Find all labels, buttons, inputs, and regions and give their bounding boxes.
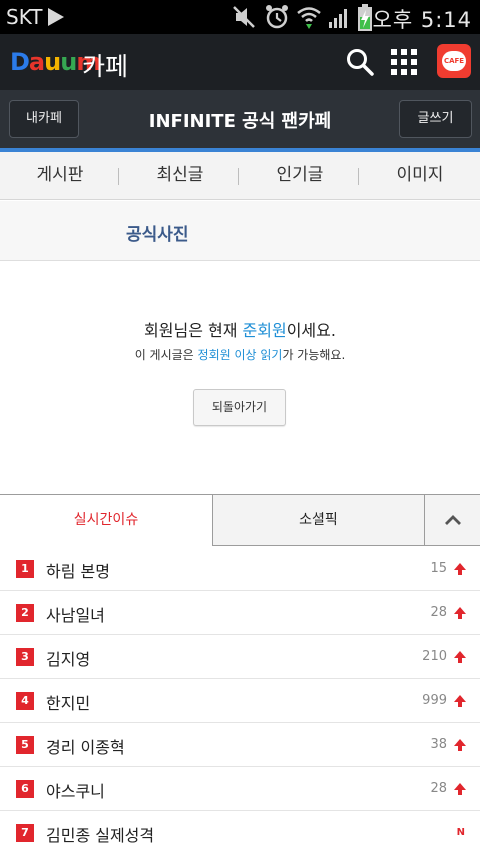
rank-badge: 6 [16, 780, 34, 798]
tab-images[interactable]: 이미지 [360, 152, 480, 200]
issue-keyword[interactable]: 사남일녀 [46, 602, 105, 626]
write-button[interactable]: 글쓰기 [399, 100, 472, 138]
board-title[interactable]: 공식사진 [126, 220, 189, 245]
clock: 오후 5:14 [372, 8, 472, 32]
new-badge: N [456, 827, 465, 838]
menu-divider [118, 168, 119, 185]
menu-divider [358, 168, 359, 185]
notice-detail-text: 이 게시글은 [134, 348, 198, 362]
issue-tabs: 실시간이슈 소셜픽 [0, 494, 480, 546]
issue-keyword[interactable]: 김민종 실제성격 [46, 822, 154, 846]
permission-notice: 회원님은 현재 준회원이세요. 이 게시글은 정회원 이상 읽기가 가능해요. … [0, 262, 480, 494]
issue-count: 210 [422, 649, 447, 664]
issue-count: 28 [430, 605, 447, 620]
tab-board[interactable]: 게시판 [0, 152, 120, 200]
list-item[interactable]: 1 하림 본명 15 [0, 547, 480, 591]
issue-count: 15 [430, 561, 447, 576]
trend-up-icon [454, 563, 466, 575]
cafe-title[interactable]: INFINITE 공식 팬카페 [90, 107, 390, 133]
issue-count: 28 [430, 781, 447, 796]
trend-up-icon [454, 783, 466, 795]
issue-count: 999 [422, 693, 447, 708]
cafe-title-bar: 내카페 INFINITE 공식 팬카페 글쓰기 [0, 90, 480, 148]
notice-text: 이세요. [286, 321, 336, 340]
issue-list: 1 하림 본명 15 2 사남일녀 28 3 김지영 210 4 한지민 999… [0, 547, 480, 853]
collapse-button[interactable] [424, 495, 480, 546]
rank-badge: 1 [16, 560, 34, 578]
tab-social-pick[interactable]: 소셜픽 [212, 495, 424, 546]
go-back-button[interactable]: 되돌아가기 [193, 389, 286, 426]
required-level: 정회원 이상 읽기 [197, 348, 283, 362]
app-header: Dauum 카페 CAFE [0, 34, 480, 90]
list-item[interactable]: 3 김지영 210 [0, 635, 480, 679]
carrier-label: SKT [6, 5, 43, 29]
rank-badge: 4 [16, 692, 34, 710]
chevron-up-icon [444, 515, 461, 525]
trend-up-icon [454, 607, 466, 619]
member-level: 준회원 [242, 321, 287, 340]
signal-icon [329, 9, 347, 28]
my-cafe-button[interactable]: 내카페 [9, 100, 79, 138]
trend-up-icon [454, 651, 466, 663]
cafe-icon-label: CAFE [442, 51, 466, 71]
battery-charging-icon [358, 4, 372, 31]
trend-up-icon [454, 695, 466, 707]
play-icon [48, 8, 64, 26]
issue-keyword[interactable]: 야스쿠니 [46, 778, 105, 802]
app-name: 카페 [82, 52, 129, 81]
issue-keyword[interactable]: 하림 본명 [46, 558, 110, 582]
rank-badge: 3 [16, 648, 34, 666]
cafe-menu-tabs: 게시판 최신글 인기글 이미지 [0, 152, 480, 200]
wifi-icon [297, 7, 321, 29]
rank-badge: 5 [16, 736, 34, 754]
issue-keyword[interactable]: 경리 이종혁 [46, 734, 125, 758]
status-bar: SKT 오후 5:14 [0, 0, 480, 34]
list-item[interactable]: 7 김민종 실제성격 N [0, 811, 480, 853]
list-item[interactable]: 6 야스쿠니 28 [0, 767, 480, 811]
tab-popular[interactable]: 인기글 [240, 152, 360, 200]
rank-badge: 2 [16, 604, 34, 622]
issue-count: 38 [430, 737, 447, 752]
notice-text: 회원님은 현재 [144, 321, 243, 340]
apps-grid-icon[interactable] [391, 49, 417, 75]
tab-realtime-issues[interactable]: 실시간이슈 [0, 495, 212, 546]
notice-message: 회원님은 현재 준회원이세요. [0, 317, 480, 341]
tab-latest[interactable]: 최신글 [120, 152, 240, 200]
notice-detail-text: 가 가능해요. [282, 348, 346, 362]
rank-badge: 7 [16, 824, 34, 842]
list-item[interactable]: 2 사남일녀 28 [0, 591, 480, 635]
mute-icon [233, 6, 255, 28]
issue-keyword[interactable]: 한지민 [46, 690, 90, 714]
trend-up-icon [454, 739, 466, 751]
list-item[interactable]: 5 경리 이종혁 38 [0, 723, 480, 767]
menu-divider [238, 168, 239, 185]
issue-keyword[interactable]: 김지영 [46, 646, 90, 670]
notice-detail: 이 게시글은 정회원 이상 읽기가 가능해요. [0, 346, 480, 363]
alarm-icon [266, 5, 288, 29]
cafe-app-icon[interactable]: CAFE [437, 44, 471, 78]
search-icon[interactable] [346, 48, 374, 76]
list-item[interactable]: 4 한지민 999 [0, 679, 480, 723]
board-header: 공식사진 [0, 201, 480, 261]
